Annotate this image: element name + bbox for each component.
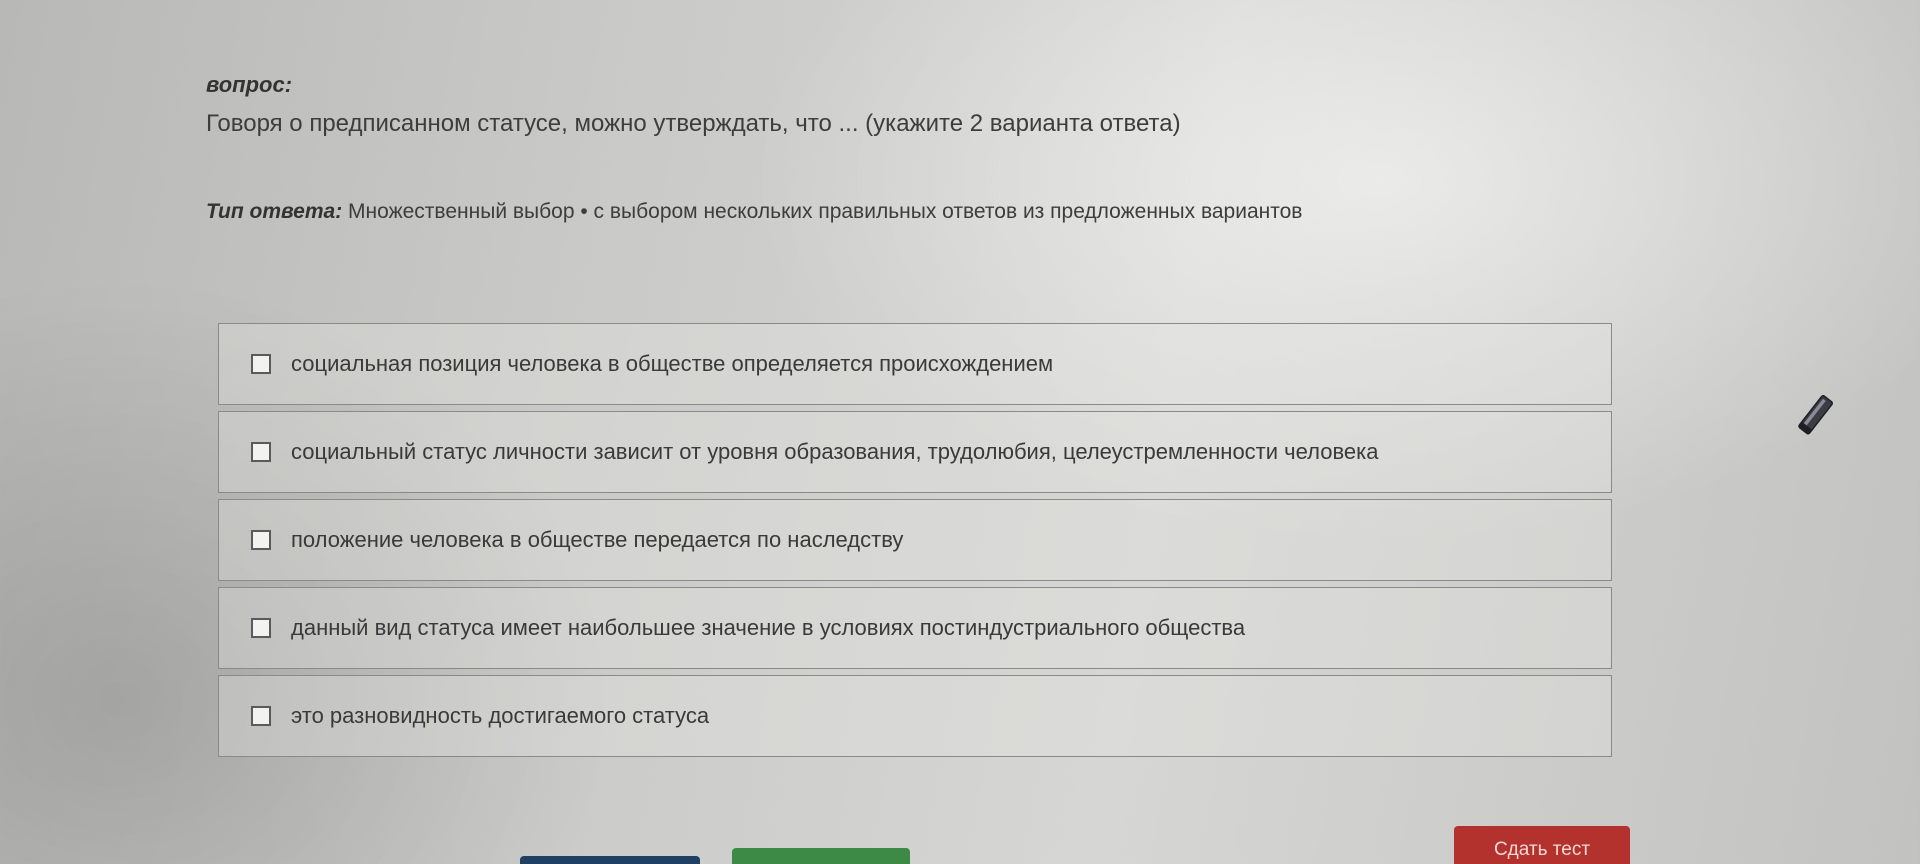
answer-options: социальная позиция человека в обществе о… [218,323,1612,763]
checkbox-icon[interactable] [251,442,271,462]
answer-option-text: данный вид статуса имеет наибольшее знач… [291,615,1246,640]
nav-button-green[interactable] [732,848,910,864]
checkbox-icon[interactable] [251,354,271,374]
answer-option-3[interactable]: положение человека в обществе передается… [218,499,1612,581]
checkbox-icon[interactable] [251,618,271,638]
submit-test-button[interactable]: Сдать тест [1454,826,1630,864]
pencil-cursor-icon [1798,395,1834,435]
answer-option-2[interactable]: социальный статус личности зависит от ур… [218,411,1612,493]
answer-option-text: это разновидность достигаемого статуса [291,703,710,728]
answer-type: Тип ответа: Множественный выбор • с выбо… [206,200,1302,224]
answer-option-5[interactable]: это разновидность достигаемого статуса [218,675,1612,757]
answer-option-4[interactable]: данный вид статуса имеет наибольшее знач… [218,587,1612,669]
answer-option-text: положение человека в обществе передается… [291,527,904,552]
answer-type-label: Тип ответа: [206,200,343,223]
answer-type-value: Множественный выбор • с выбором нескольк… [348,200,1303,223]
question-text: Говоря о предписанном статусе, можно утв… [206,110,1181,137]
question-label: вопрос: [206,72,293,97]
answer-option-text: социальная позиция человека в обществе о… [291,351,1054,376]
answer-option-1[interactable]: социальная позиция человека в обществе о… [218,323,1612,405]
checkbox-icon[interactable] [251,530,271,550]
nav-button-blue[interactable] [520,856,700,864]
checkbox-icon[interactable] [251,706,271,726]
answer-option-text: социальный статус личности зависит от ур… [291,439,1379,464]
